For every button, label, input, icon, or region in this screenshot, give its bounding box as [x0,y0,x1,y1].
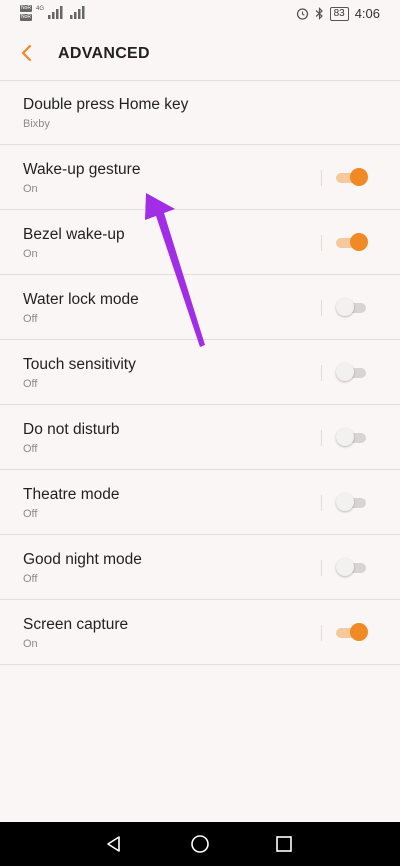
nav-back-button[interactable] [84,822,144,866]
toggle-knob [336,493,354,511]
clock: 4:06 [354,6,380,21]
nav-recents-button[interactable] [254,822,314,866]
setting-wake-up-gesture[interactable]: Wake-up gesture On [0,145,400,210]
back-button[interactable] [16,40,40,66]
chevron-left-icon [21,44,32,62]
toggle-knob [350,233,368,251]
setting-sub: On [23,248,38,260]
setting-label: Theatre mode [23,486,120,503]
toggle-switch[interactable] [336,168,368,186]
sim1-icon: NoR [20,5,32,12]
circle-home-icon [191,835,209,853]
setting-label: Do not disturb [23,421,120,438]
divider [321,560,322,576]
sim-icons: NoR NoR [20,5,32,21]
setting-sub: Off [23,378,38,390]
sim2-icon: NoR [20,14,32,21]
setting-sub: Off [23,508,38,520]
divider [321,430,322,446]
toggle-knob [336,558,354,576]
setting-label: Water lock mode [23,291,139,308]
setting-sub: Bixby [23,118,50,130]
signal-icon [48,6,63,19]
triangle-back-icon [107,836,120,852]
setting-screen-capture[interactable]: Screen capture On [0,600,400,665]
toggle-knob [336,363,354,381]
setting-sub: On [23,638,38,650]
setting-label: Bezel wake-up [23,226,125,243]
setting-good-night-mode[interactable]: Good night mode Off [0,535,400,600]
nav-home-button[interactable] [170,822,230,866]
toggle-switch[interactable] [336,233,368,251]
setting-water-lock-mode[interactable]: Water lock mode Off [0,275,400,340]
setting-label: Wake-up gesture [23,161,141,178]
network-type: 4G [36,6,45,12]
setting-label: Good night mode [23,551,142,568]
square-recents-icon [276,836,292,852]
navigation-bar [0,822,400,866]
toggle-knob [336,298,354,316]
status-bar: NoR NoR 4G 83 4:06 [0,0,400,28]
alarm-icon [296,8,308,20]
divider [321,235,322,251]
divider [321,495,322,511]
setting-do-not-disturb[interactable]: Do not disturb Off [0,405,400,470]
settings-list: Double press Home key Bixby Wake-up gest… [0,80,400,665]
toggle-switch[interactable] [336,363,368,381]
signal-icon-2 [70,6,85,19]
setting-label: Touch sensitivity [23,356,136,373]
toggle-knob [350,623,368,641]
toggle-switch[interactable] [336,623,368,641]
setting-sub: On [23,183,38,195]
toggle-switch[interactable] [336,428,368,446]
setting-sub: Off [23,443,38,455]
setting-sub: Off [23,573,38,585]
toggle-knob [336,428,354,446]
battery-indicator: 83 [329,6,349,21]
setting-label: Double press Home key [23,96,189,113]
divider [321,170,322,186]
toggle-switch[interactable] [336,493,368,511]
setting-touch-sensitivity[interactable]: Touch sensitivity Off [0,340,400,405]
setting-label: Screen capture [23,616,129,633]
divider [321,300,322,316]
toggle-switch[interactable] [336,298,368,316]
status-left: NoR NoR 4G [20,5,88,21]
status-right: 83 4:06 [296,6,380,21]
divider [321,625,322,641]
setting-double-press-home[interactable]: Double press Home key Bixby [0,80,400,145]
setting-theatre-mode[interactable]: Theatre mode Off [0,470,400,535]
setting-sub: Off [23,313,38,325]
toggle-knob [350,168,368,186]
divider [321,365,322,381]
setting-bezel-wake-up[interactable]: Bezel wake-up On [0,210,400,275]
page-title: ADVANCED [58,45,150,62]
app-bar: ADVANCED [0,28,400,81]
bluetooth-icon [315,7,323,20]
toggle-switch[interactable] [336,558,368,576]
